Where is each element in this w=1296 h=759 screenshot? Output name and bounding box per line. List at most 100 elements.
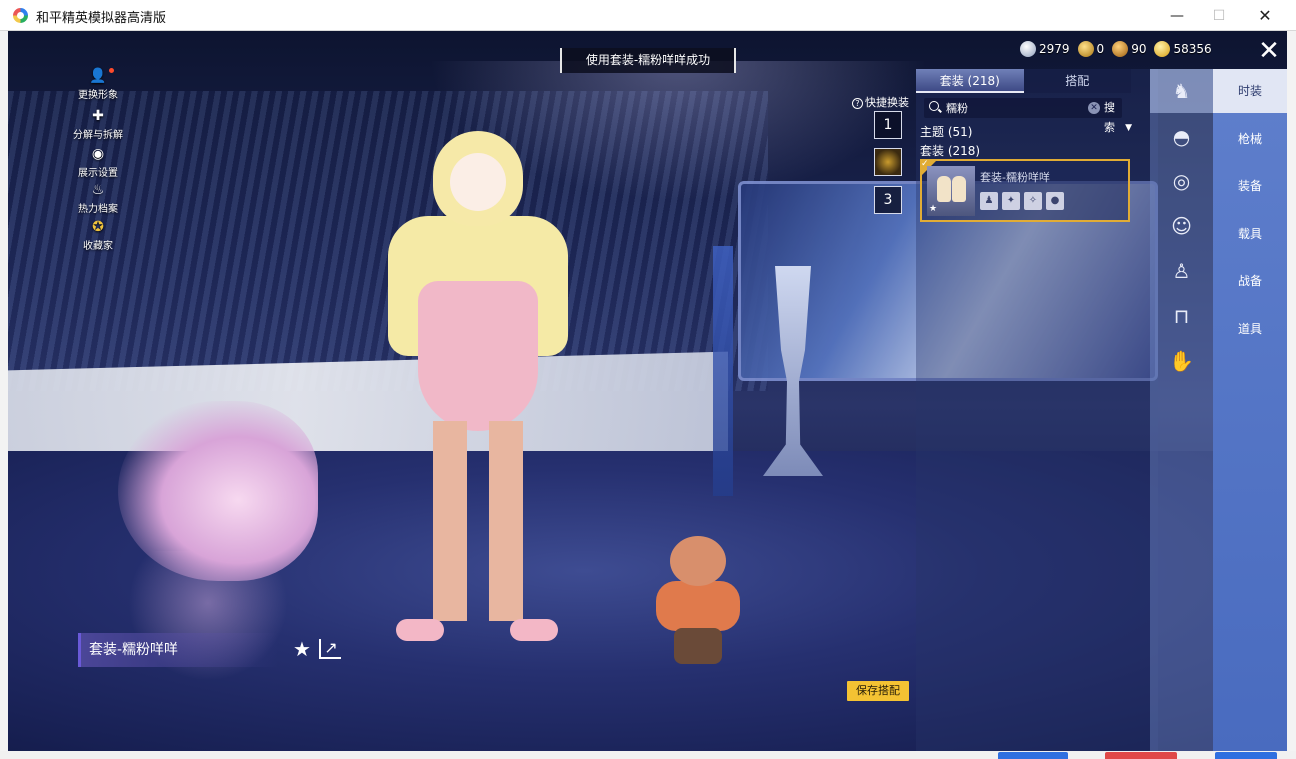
- clear-search-icon[interactable]: ✕: [1088, 102, 1100, 114]
- quick-switch-text: 快捷换装: [865, 96, 909, 109]
- host-button-blue: [998, 752, 1068, 759]
- character-dress: [418, 281, 538, 431]
- game-viewport[interactable]: 👤 更换形象 ✚ 分解与拆解 ◉ 展示设置 ♨ 热力档案 ✪ 收藏家 使用套装-…: [8, 31, 1287, 751]
- current-outfit-name: 套装-糯粉咩咩: [78, 633, 278, 667]
- part-emote-icon: ✧: [1024, 192, 1042, 210]
- collector-button[interactable]: ✪ 收藏家: [68, 218, 128, 252]
- character-legs: [433, 421, 523, 621]
- person-icon: 👤: [89, 68, 107, 84]
- tab-matching[interactable]: 搭配: [1023, 69, 1131, 93]
- bronze-coin-icon: [1077, 41, 1094, 57]
- quick-slot-1[interactable]: 1: [874, 111, 902, 139]
- face-icon[interactable]: ☺: [1150, 204, 1213, 248]
- silver-coin-icon: [1020, 41, 1036, 57]
- host-app-strip-right: [1287, 31, 1296, 759]
- currency-points-value: 58356: [1173, 42, 1212, 56]
- decompose-button[interactable]: ✚ 分解与拆解: [68, 107, 128, 141]
- thumbnail-figure-left: [937, 176, 951, 202]
- quick-slot-3[interactable]: 3: [874, 186, 902, 214]
- close-icon[interactable]: ✕: [1256, 38, 1282, 65]
- pet-body: [656, 581, 740, 631]
- rarity-star-icon: ★: [929, 204, 938, 214]
- window-close-button[interactable]: ✕: [1242, 0, 1288, 31]
- host-button-red: [1105, 752, 1177, 759]
- outfit-result-card[interactable]: ★ 套装-糯粉咩咩 ♟ ✦ ✧ ●: [920, 159, 1130, 222]
- heat-profile-label: 热力档案: [78, 204, 118, 215]
- glasses-icon[interactable]: ◎: [1150, 159, 1213, 203]
- stage-lights: [428, 61, 928, 201]
- sponsor-banner: [8, 351, 728, 471]
- share-icon[interactable]: ↗: [319, 639, 341, 659]
- part-top-icon: ♟: [980, 192, 998, 210]
- currency-silver[interactable]: 2979: [1020, 41, 1070, 57]
- window-titlebar: 和平精英模拟器高清版 — ☐ ✕: [0, 0, 1296, 31]
- filter-outfits[interactable]: 套装 (218): [920, 142, 980, 159]
- filter-themes-label: 主题 (51): [920, 125, 973, 139]
- gold-coin-icon: [1112, 41, 1129, 57]
- currency-points[interactable]: 58356: [1154, 41, 1212, 57]
- panel-tabs: 套装 (218) 搭配: [916, 69, 1131, 93]
- display-settings-button[interactable]: ◉ 展示设置: [68, 145, 128, 179]
- outfit-icon[interactable]: ♞: [1150, 69, 1213, 113]
- change-look-label: 更换形象: [78, 90, 118, 101]
- nav-fashion[interactable]: 时装: [1213, 69, 1287, 113]
- collector-label: 收藏家: [83, 241, 113, 252]
- maximize-button[interactable]: ☐: [1196, 0, 1242, 31]
- part-head-icon: ●: [1046, 192, 1064, 210]
- search-button[interactable]: 搜索: [1104, 98, 1122, 134]
- character-shoe-right: [510, 619, 558, 641]
- toast-message: 使用套装-糯粉咩咩成功: [560, 48, 736, 73]
- currency-bar: 2979 0 90 58356: [1020, 39, 1220, 59]
- collector-badge-icon: ✪: [92, 219, 104, 235]
- search-box: ✕ 搜索: [924, 98, 1122, 134]
- eye-icon: ◉: [91, 146, 105, 162]
- host-button-blue-2: [1215, 752, 1277, 759]
- nav-equipment[interactable]: 装备: [1213, 164, 1287, 208]
- nav-battle-prep[interactable]: 战备: [1213, 259, 1287, 303]
- puzzle-icon: ✚: [92, 108, 104, 124]
- character-face: [450, 153, 506, 211]
- nav-weapons[interactable]: 枪械: [1213, 117, 1287, 161]
- emote-icon[interactable]: ✋: [1150, 339, 1213, 383]
- player-character: [378, 131, 578, 651]
- quick-slot-2[interactable]: [874, 148, 902, 176]
- hat-icon[interactable]: ◓: [1150, 115, 1213, 159]
- currency-silver-value: 2979: [1039, 42, 1070, 56]
- notification-dot: [109, 68, 114, 73]
- character-hood: [433, 131, 523, 226]
- trophy: [763, 266, 823, 476]
- help-icon: ?: [852, 98, 863, 109]
- currency-gold[interactable]: 90: [1112, 41, 1146, 57]
- favorite-star-icon[interactable]: ★: [293, 637, 311, 661]
- character-shoe-left: [396, 619, 444, 641]
- filter-themes[interactable]: 主题 (51) ▼: [920, 123, 1132, 139]
- thumbnail-figure-right: [952, 176, 966, 202]
- flame-icon: ♨: [91, 182, 105, 198]
- vehicle-motorbike: [118, 401, 318, 581]
- host-app-strip-left: [0, 31, 8, 759]
- heat-profile-button[interactable]: ♨ 热力档案: [68, 181, 128, 215]
- light-pillar: [713, 246, 733, 496]
- decompose-label: 分解与拆解: [73, 130, 123, 141]
- chevron-down-icon: ▼: [1125, 123, 1132, 133]
- nav-vehicles[interactable]: 载具: [1213, 212, 1287, 256]
- quick-switch-label[interactable]: ? 快捷换装: [852, 94, 909, 110]
- pet-head: [670, 536, 726, 586]
- display-settings-label: 展示设置: [78, 168, 118, 179]
- pants-icon[interactable]: ⊓: [1150, 294, 1213, 338]
- search-input[interactable]: [942, 98, 1072, 118]
- tab-outfits[interactable]: 套装 (218): [916, 69, 1024, 93]
- nav-props[interactable]: 道具: [1213, 307, 1287, 351]
- change-look-button[interactable]: 👤 更换形象: [68, 67, 128, 101]
- pet-legs: [674, 628, 722, 664]
- currency-bronze[interactable]: 0: [1077, 41, 1104, 57]
- top-icon[interactable]: ♙: [1150, 249, 1213, 293]
- search-icon: [929, 101, 939, 111]
- app-logo-icon: [13, 8, 28, 23]
- save-outfit-button[interactable]: 保存搭配: [847, 681, 909, 701]
- currency-gold-value: 90: [1131, 42, 1147, 56]
- character-jacket: [388, 216, 568, 356]
- window-title: 和平精英模拟器高清版: [36, 11, 167, 26]
- part-shoes-icon: ✦: [1002, 192, 1020, 210]
- minimize-button[interactable]: —: [1154, 0, 1200, 31]
